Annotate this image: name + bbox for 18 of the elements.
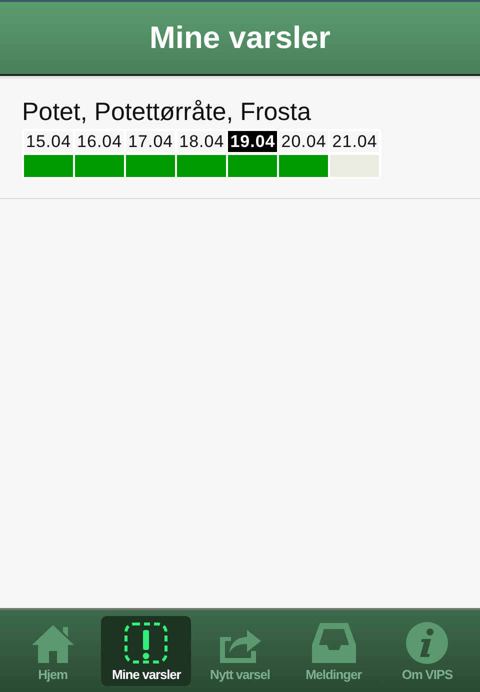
forecast-item[interactable]: Potet, Potettørråte, Frosta 15.04 16.04 17.04 18.04 19.04 20.04 21.04: [0, 79, 480, 199]
page-title: Mine varsler: [150, 20, 330, 56]
tab[interactable]: Nytt varsel: [194, 616, 285, 686]
date-label: 19.04: [228, 131, 278, 152]
date-label: 15.04: [24, 131, 74, 152]
date-label: 18.04: [177, 131, 226, 152]
forecast-title: Potet, Potettørråte, Frosta: [22, 97, 312, 127]
tab[interactable]: Hjem: [8, 616, 98, 686]
date-label: 16.04: [75, 131, 124, 152]
tab[interactable]: Meldinger: [288, 616, 379, 686]
date-label: 21.04: [330, 131, 380, 152]
alert-icon: [123, 621, 170, 665]
info-icon: [404, 621, 450, 665]
date-label: 20.04: [279, 131, 328, 152]
tab[interactable]: Om VIPS: [382, 616, 472, 686]
date-label: 17.04: [126, 131, 176, 152]
tab[interactable]: Mine varsler: [101, 616, 192, 686]
inbox-icon: [310, 621, 357, 665]
